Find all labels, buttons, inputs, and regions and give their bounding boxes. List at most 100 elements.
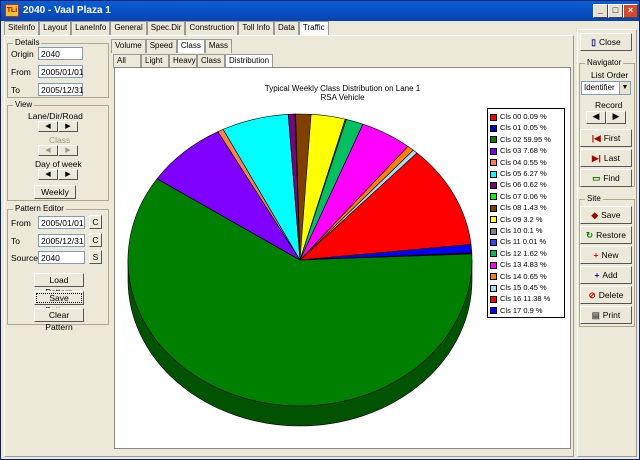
legend-label: Cls 08 1.43 % bbox=[500, 203, 547, 213]
app-icon: TLi bbox=[5, 4, 19, 17]
pie-chart bbox=[127, 113, 473, 427]
legend-swatch bbox=[490, 193, 497, 201]
legend-item: Cls 16 11.38 % bbox=[490, 294, 550, 305]
tab-traffic[interactable]: Traffic bbox=[298, 21, 329, 35]
new-label: New bbox=[601, 250, 619, 260]
add-icon: + bbox=[594, 270, 600, 280]
pattern-from-c-button[interactable]: C bbox=[89, 215, 102, 229]
tab-mass[interactable]: Mass bbox=[204, 39, 232, 53]
source-s-button[interactable]: S bbox=[89, 250, 102, 264]
maximize-button[interactable]: □ bbox=[608, 4, 623, 18]
dow-prev-button[interactable]: ◀ bbox=[38, 169, 58, 180]
tab-layout[interactable]: Layout bbox=[39, 21, 72, 35]
legend-label: Cls 17 0.9 % bbox=[500, 305, 543, 315]
chevron-down-icon: ▼ bbox=[619, 82, 630, 94]
new-button[interactable]: + New bbox=[580, 246, 632, 264]
tab-volume[interactable]: Volume bbox=[111, 39, 146, 53]
source-label: Source bbox=[11, 253, 38, 263]
restore-label: Restore bbox=[596, 230, 626, 240]
close-button[interactable]: ▯ Close bbox=[580, 33, 632, 51]
add-button[interactable]: + Add bbox=[580, 266, 632, 284]
tab-data[interactable]: Data bbox=[273, 21, 299, 35]
to-field[interactable]: 2005/12/31 bbox=[38, 83, 84, 96]
lane-prev-button[interactable]: ◀ bbox=[38, 121, 58, 132]
save-button[interactable]: ◆ Save bbox=[580, 206, 632, 224]
restore-button[interactable]: ↻ Restore bbox=[580, 226, 632, 244]
load-pattern-button[interactable]: Load Pattern bbox=[34, 273, 84, 297]
origin-field[interactable]: 2040 bbox=[38, 47, 83, 60]
dow-next-button[interactable]: ▶ bbox=[58, 169, 78, 180]
legend-label: Cls 13 4.83 % bbox=[500, 260, 547, 270]
class-prev-button[interactable]: ◀ bbox=[38, 145, 58, 156]
legend-label: Cls 12 1.62 % bbox=[500, 248, 547, 258]
tab-heavy[interactable]: Heavy bbox=[169, 54, 197, 68]
minimize-button[interactable]: _ bbox=[593, 4, 608, 18]
tab-light[interactable]: Light bbox=[141, 54, 169, 68]
print-button[interactable]: ▤ Print bbox=[580, 306, 632, 324]
to-label: To bbox=[11, 85, 20, 95]
chart-legend: Cls 00 0.09 % Cls 01 0.05 % Cls 02 59.95 %… bbox=[487, 108, 565, 318]
legend-swatch bbox=[490, 113, 497, 121]
legend-item: Cls 15 0.45 % bbox=[490, 283, 547, 294]
tab-all[interactable]: All bbox=[113, 54, 141, 68]
pattern-to-c-button[interactable]: C bbox=[89, 233, 102, 247]
tab-construction[interactable]: Construction bbox=[185, 21, 239, 35]
legend-swatch bbox=[490, 147, 497, 155]
legend-label: Cls 10 0.1 % bbox=[500, 226, 543, 235]
tab-speed[interactable]: Speed bbox=[145, 39, 177, 53]
tab-laneinfo[interactable]: LaneInfo bbox=[71, 21, 111, 35]
legend-swatch bbox=[490, 136, 497, 144]
legend-label: Cls 15 0.45 % bbox=[500, 283, 547, 292]
legend-item: Cls 13 4.83 % bbox=[490, 260, 547, 271]
pattern-from-field[interactable]: 2005/01/01 bbox=[38, 216, 85, 229]
from-field[interactable]: 2005/01/01 bbox=[38, 65, 84, 78]
legend-label: Cls 03 7.68 % bbox=[500, 146, 547, 156]
pattern-editor-legend: Pattern Editor bbox=[13, 204, 66, 213]
clear-pattern-button[interactable]: Clear Pattern bbox=[34, 308, 84, 332]
legend-swatch bbox=[490, 250, 497, 258]
legend-swatch bbox=[490, 307, 497, 315]
legend-swatch bbox=[490, 273, 497, 281]
class-next-button[interactable]: ▶ bbox=[58, 145, 78, 156]
record-prev-button[interactable]: ◀ bbox=[586, 111, 606, 124]
new-icon: + bbox=[593, 250, 599, 260]
pattern-to-field[interactable]: 2005/12/31 bbox=[38, 234, 85, 247]
legend-swatch bbox=[490, 181, 497, 189]
legend-swatch bbox=[490, 170, 497, 178]
source-field[interactable]: 2040 bbox=[38, 251, 85, 264]
first-label: First bbox=[603, 133, 621, 143]
legend-item: Cls 02 59.95 % bbox=[490, 135, 551, 146]
legend-item: Cls 12 1.62 % bbox=[490, 249, 547, 260]
find-label: Find bbox=[603, 173, 620, 183]
first-button[interactable]: |◀ First bbox=[580, 129, 632, 147]
legend-swatch bbox=[490, 216, 497, 224]
tab-class[interactable]: Class bbox=[176, 39, 205, 53]
record-next-button[interactable]: ▶ bbox=[606, 111, 626, 124]
tab-general[interactable]: General bbox=[110, 21, 147, 35]
legend-label: Cls 09 3.2 % bbox=[500, 214, 543, 224]
last-button[interactable]: ▶| Last bbox=[580, 149, 632, 167]
tab-spec-dir[interactable]: Spec.Dir bbox=[146, 21, 186, 35]
delete-button[interactable]: ⊘ Delete bbox=[580, 286, 632, 304]
find-icon: ▭ bbox=[592, 173, 601, 183]
legend-label: Cls 14 0.65 % bbox=[500, 271, 547, 281]
tab-toll-info[interactable]: Toll Info bbox=[238, 21, 274, 35]
tab-siteinfo[interactable]: SiteInfo bbox=[4, 21, 40, 35]
save-label: Save bbox=[601, 210, 621, 220]
save-pattern-button[interactable]: Save Pattern bbox=[34, 291, 84, 315]
legend-item: Cls 05 6.27 % bbox=[490, 169, 547, 180]
tab-distribution[interactable]: Distribution bbox=[225, 54, 274, 68]
legend-swatch bbox=[490, 227, 497, 235]
navigator-legend: Navigator bbox=[585, 58, 624, 67]
legend-item: Cls 07 0.06 % bbox=[490, 192, 547, 203]
lane-next-button[interactable]: ▶ bbox=[58, 121, 78, 132]
close-window-button[interactable]: × bbox=[623, 4, 638, 18]
window-title: 2040 - Vaal Plaza 1 bbox=[23, 5, 111, 16]
tab-class-sub[interactable]: Class bbox=[197, 54, 225, 68]
legend-item: Cls 11 0.01 % bbox=[490, 237, 546, 248]
find-button[interactable]: ▭ Find bbox=[580, 169, 632, 187]
weekly-button[interactable]: Weekly bbox=[34, 185, 76, 199]
legend-label: Cls 02 59.95 % bbox=[500, 134, 551, 144]
list-order-select[interactable]: Identifier ▼ bbox=[581, 81, 631, 95]
title-bar: TLi 2040 - Vaal Plaza 1 _ □ × bbox=[1, 1, 639, 21]
